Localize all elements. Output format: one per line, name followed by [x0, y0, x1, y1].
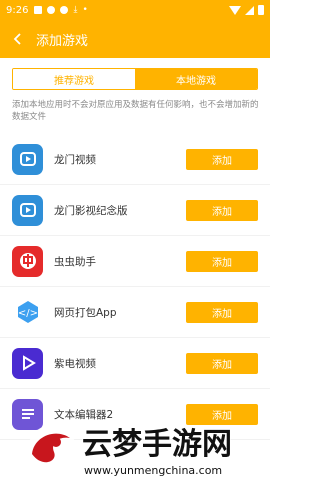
- add-button[interactable]: 添加: [186, 199, 258, 221]
- video-app-icon: [12, 143, 43, 175]
- app-name: 龙门视频: [54, 153, 96, 166]
- circle-notification-icon: [60, 6, 69, 14]
- tab-recommended[interactable]: 推荐游戏: [13, 69, 135, 89]
- list-item[interactable]: 龙门影视纪念版 添加: [0, 185, 270, 236]
- back-arrow-icon: [13, 33, 21, 45]
- signal-icon: [245, 5, 254, 15]
- battery-icon: [258, 5, 264, 15]
- app-bar: 添加游戏: [0, 20, 270, 58]
- app-name: 紫电视频: [54, 357, 96, 370]
- add-button[interactable]: 添加: [186, 301, 258, 323]
- app-name: 虫虫助手: [54, 255, 96, 268]
- add-button[interactable]: 添加: [186, 403, 258, 425]
- play-app-icon: [12, 347, 43, 379]
- list-item[interactable]: </> 网页打包App 添加: [0, 287, 270, 338]
- image-notification-icon: [34, 6, 43, 14]
- app-name: 文本编辑器2: [54, 408, 114, 421]
- code-app-icon: </>: [12, 296, 43, 328]
- svg-text:</>: </>: [17, 308, 37, 319]
- back-button[interactable]: [0, 20, 36, 58]
- wifi-icon: [229, 5, 241, 15]
- app-name: 龙门影视纪念版: [54, 204, 128, 217]
- app-name: 网页打包App: [54, 306, 117, 319]
- add-button[interactable]: 添加: [186, 148, 258, 170]
- video-app-icon: [12, 194, 43, 226]
- add-button[interactable]: 添加: [186, 250, 258, 272]
- list-item[interactable]: 虫虫助手 添加: [0, 236, 270, 287]
- status-time: 9:26: [6, 4, 29, 16]
- add-button[interactable]: 添加: [186, 352, 258, 374]
- list-item[interactable]: 龙门视频 添加: [0, 134, 270, 185]
- download-icon: ⤓: [73, 5, 78, 15]
- list-item[interactable]: 紫电视频 添加: [0, 338, 270, 389]
- dot-icon: •: [82, 5, 88, 15]
- list-item[interactable]: 文本编辑器2 添加: [0, 389, 270, 440]
- tab-bar: 推荐游戏 本地游戏: [12, 68, 258, 90]
- chongchong-app-icon: [12, 245, 43, 277]
- app-notification-icon: [47, 6, 56, 14]
- watermark-url: www.yunmengchina.com: [84, 464, 222, 477]
- page-title: 添加游戏: [36, 33, 89, 49]
- app-list: 龙门视频 添加 龙门影视纪念版 添加 虫虫助手 添加 </> 网页打包App 添…: [0, 134, 270, 440]
- notice-text: 添加本地应用时不会对原应用及数据有任何影响，也不会增加新的数据文件: [12, 100, 259, 122]
- tab-local[interactable]: 本地游戏: [135, 69, 257, 89]
- status-bar: 9:26 ⤓ •: [0, 0, 270, 20]
- list-app-icon: [12, 398, 43, 430]
